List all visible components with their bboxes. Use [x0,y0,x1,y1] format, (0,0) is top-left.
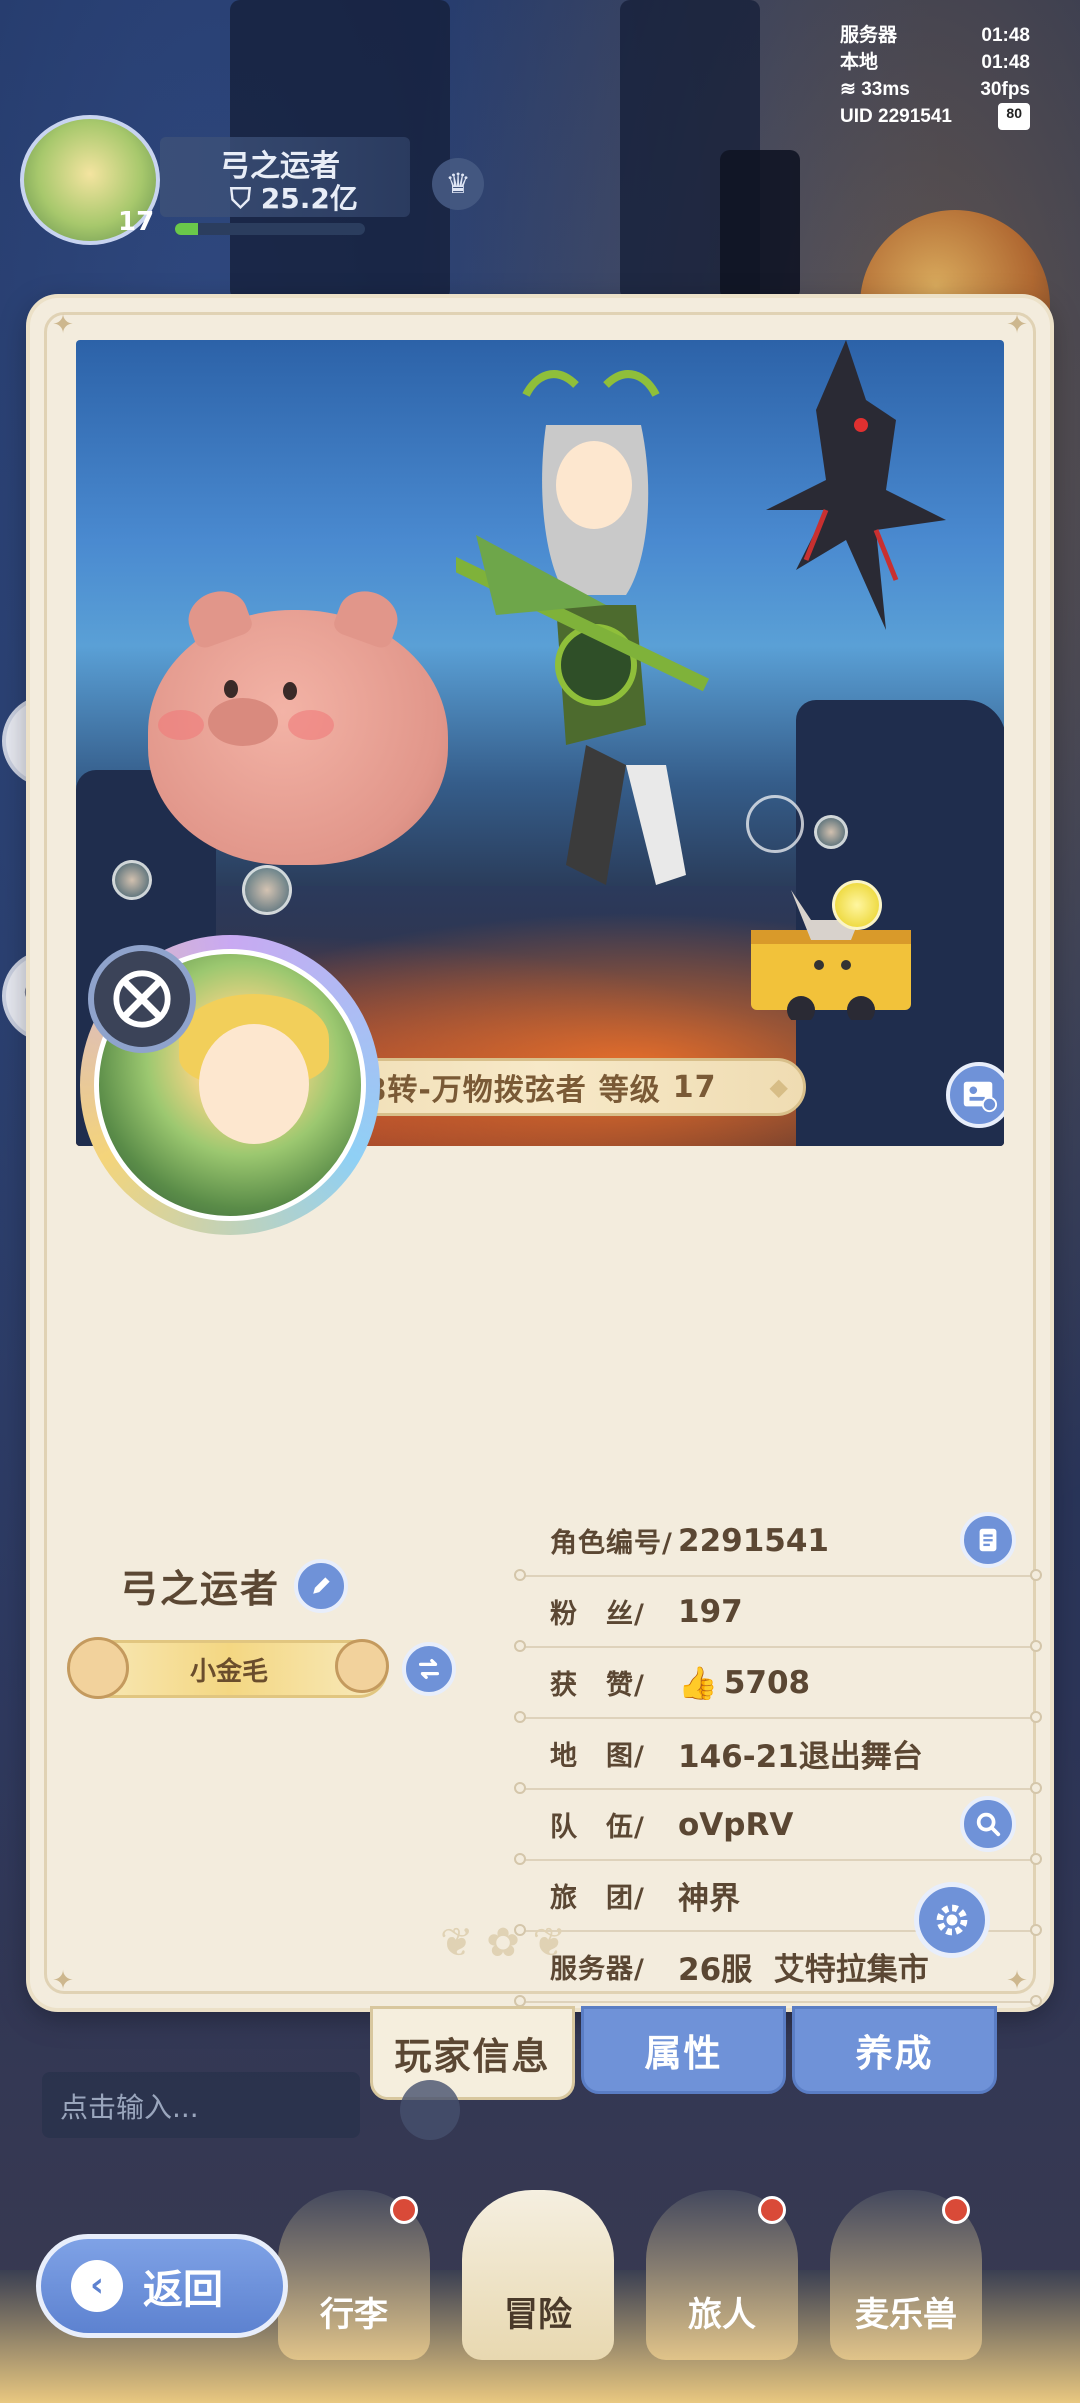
info-label: 粉 丝/ [550,1599,645,1630]
class-emblem-icon [88,945,196,1053]
change-background-button[interactable] [946,1062,1004,1128]
pencil-icon [313,1576,330,1594]
info-row-team: 队 伍/ oVpRV [514,1790,1042,1865]
chat-send-button[interactable] [400,2080,460,2140]
chat-input[interactable]: 点击输入... [42,2072,360,2138]
swap-title-button[interactable] [402,1642,456,1696]
server-value: 26服 艾特拉集市 [678,1952,929,1988]
back-arrow-icon: ‹ [71,2260,123,2312]
bubble [832,880,882,930]
likes-value: 5708 [723,1664,811,1701]
guild-icon[interactable]: ♛ [432,158,484,210]
info-label: 队 伍/ [550,1812,645,1843]
notification-dot [758,2196,786,2224]
battery-indicator: 80 [998,103,1030,130]
fans-value: 197 [678,1593,743,1630]
map-value: 146-21退出舞台 [678,1739,923,1775]
tab-player-info[interactable]: 玩家信息 [370,2006,575,2100]
crow-pet [766,340,946,630]
settings-button[interactable] [914,1882,990,1958]
level-value: 17 [672,1069,717,1105]
nav-pets[interactable]: 麦乐兽 [830,2190,982,2360]
player-hud[interactable]: 17 弓之运者 ⛉ 25.2亿 [10,115,430,245]
wifi-icon: ≋ [840,79,856,100]
info-row-map: 地 图/ 146-21退出舞台 [514,1719,1042,1794]
pig-mount [148,583,448,865]
archer-character [456,370,710,885]
nav-travelers[interactable]: 旅人 [646,2190,798,2360]
info-label: 地 图/ [550,1741,645,1772]
back-button[interactable]: ‹ 返回 [36,2234,288,2338]
edit-name-button[interactable] [294,1558,349,1613]
server-time-label: 服务器 [840,25,898,46]
search-team-button[interactable] [960,1796,1016,1852]
likes-value-wrap: 👍 5708 [678,1664,810,1702]
guild-value: 神界 [678,1881,740,1917]
copy-id-button[interactable] [960,1512,1016,1568]
uid-readout: UID 2291541 [840,106,952,127]
bubble [242,865,292,915]
corner-ornament-icon: ✦ [52,1966,74,1996]
level-label: 等级 [598,1073,661,1108]
corner-ornament-icon: ✦ [52,310,74,340]
player-title: 小金毛 [189,1656,268,1687]
player-name: 弓之运者 [120,1567,281,1611]
search-icon [976,1812,1001,1837]
info-row-role-id: 角色编号/ 2291541 [514,1506,1042,1581]
dog-icon [67,1637,129,1699]
nav-adventure[interactable]: 冒险 [462,2190,614,2360]
class-name: 8转-万物拨弦者 [365,1073,587,1108]
notification-dot [942,2196,970,2224]
thumbs-up-icon: 👍 [678,1663,718,1702]
tab-attributes[interactable]: 属性 [581,2006,786,2094]
notification-dot [390,2196,418,2224]
panel-crest-icon: ❦ ✿ ❦ [440,1920,566,1966]
bubble [112,860,152,900]
gear-icon [936,1904,968,1936]
local-time-label: 本地 [840,52,879,73]
corner-ornament-icon: ✦ [1006,310,1028,340]
swap-arrows-icon [418,1658,440,1680]
hud-power: ⛉ 25.2亿 [230,182,358,215]
info-label: 获 赞/ [550,1670,645,1701]
hud-exp-bar [175,223,365,235]
document-icon [979,1528,997,1552]
info-row-likes: 获 赞/ 👍 5708 [514,1648,1042,1723]
status-overlay: 服务器 01:48 本地 01:48 ≋ 33ms 30fps UID 2291541… [840,22,1030,130]
hud-level: 17 [118,207,155,237]
hud-exp-fill [175,223,198,235]
player-name-row: 弓之运者 [120,1558,349,1613]
image-card-icon [963,1081,998,1113]
local-time: 01:48 [981,52,1030,73]
shield-icon: ⛉ [230,182,252,215]
bubble [814,815,848,849]
info-row-fans: 粉 丝/ 197 [514,1577,1042,1652]
nav-luggage[interactable]: 行李 [278,2190,430,2360]
cat-box-pet [751,890,911,1020]
info-label: 旅 团/ [550,1883,645,1914]
tab-development[interactable]: 养成 [792,2006,997,2094]
ping-readout: ≋ 33ms [840,79,910,100]
bubble [746,795,804,853]
dog-icon [335,1639,389,1693]
role-id-value: 2291541 [678,1522,829,1559]
back-label: 返回 [143,2267,223,2313]
server-time: 01:48 [981,25,1030,46]
fps-readout: 30fps [980,79,1030,100]
team-value: oVpRV [678,1806,794,1843]
info-label: 角色编号/ [550,1528,673,1559]
panel-tabs: 玩家信息 属性 养成 [370,2006,997,2100]
player-title-plate: 小金毛 [67,1637,389,1699]
